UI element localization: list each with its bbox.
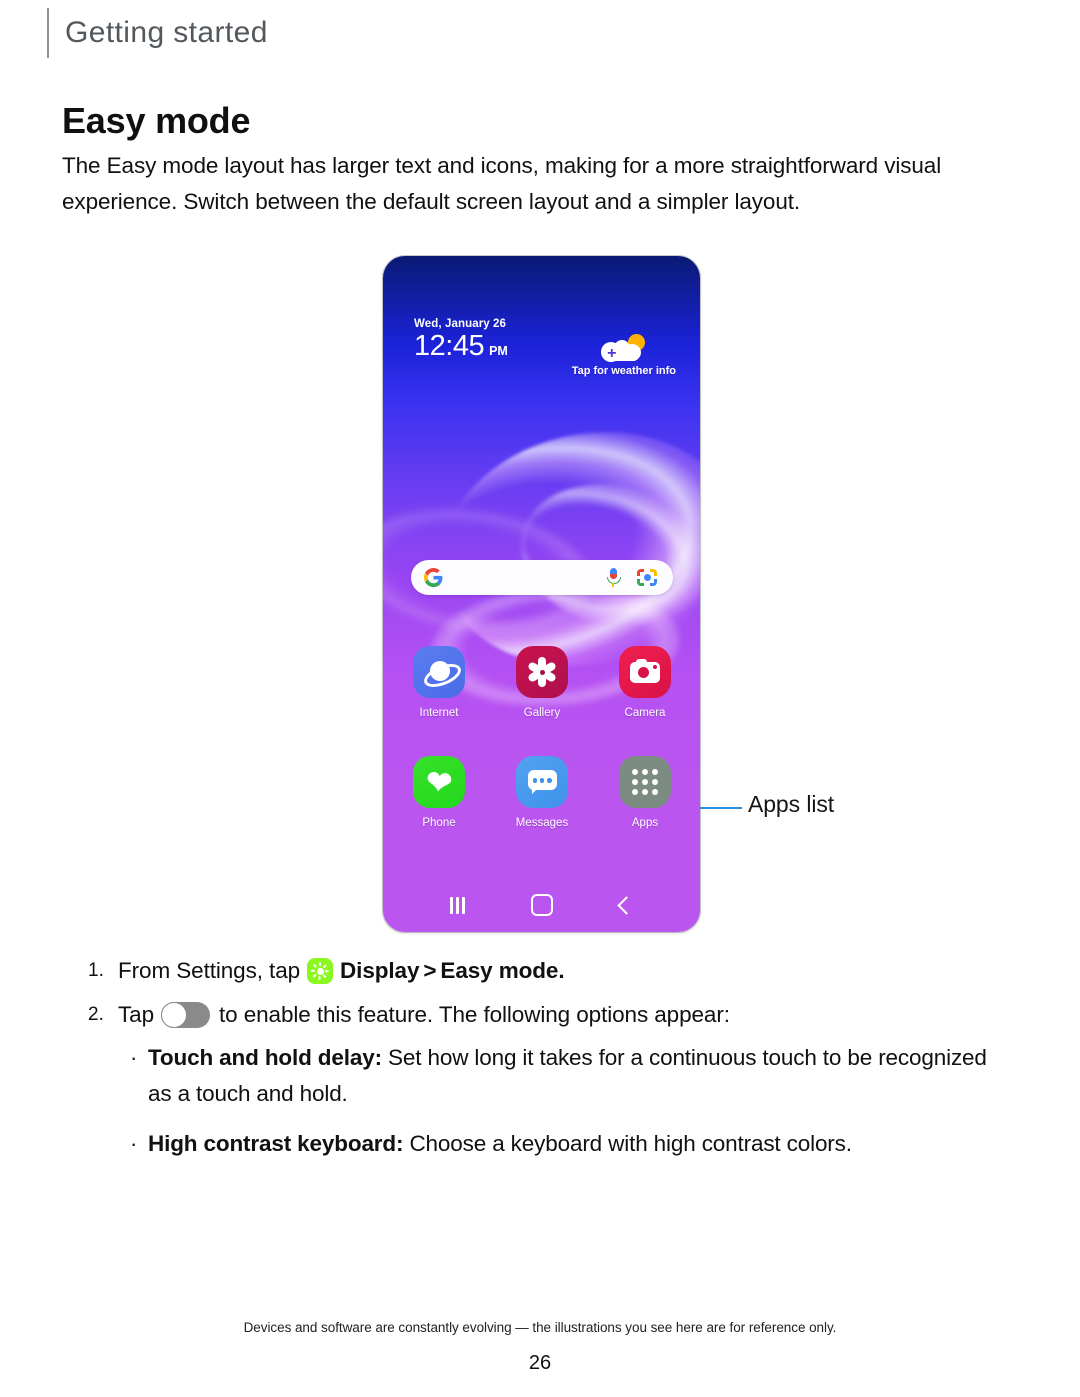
home-app-row-2: ❤ Phone Messages Apps <box>411 756 673 829</box>
bullet-item-high-contrast-keyboard: · High contrast keyboard: Choose a keybo… <box>130 1126 990 1162</box>
clock-time: 12:45 <box>414 330 485 362</box>
step-target-display: Display <box>340 958 420 983</box>
bullet-term: High contrast keyboard <box>148 1131 397 1156</box>
app-label: Apps <box>631 817 659 829</box>
app-label: Camera <box>624 707 666 719</box>
phone-handset-icon: ❤ <box>413 756 465 808</box>
running-header: Getting started <box>47 8 268 58</box>
weather-widget[interactable]: + Tap for weather info <box>572 334 676 377</box>
numbered-step-list: 1. From Settings, tap Display > Easy mod… <box>88 952 988 1040</box>
step-lead-text: From Settings, tap <box>118 958 301 983</box>
step-item-2: 2. Tap to enable this feature. The follo… <box>88 996 988 1034</box>
messages-bubble-icon <box>516 756 568 808</box>
weather-caption: Tap for weather info <box>571 365 676 377</box>
google-lens-icon[interactable] <box>637 569 657 586</box>
app-shortcut-camera[interactable]: Camera <box>617 646 673 719</box>
app-shortcut-apps[interactable]: Apps <box>617 756 673 829</box>
apps-grid-icon <box>619 756 671 808</box>
intro-paragraph: The Easy mode layout has larger text and… <box>62 153 942 214</box>
page-title: Easy mode <box>62 100 251 141</box>
internet-icon <box>413 646 465 698</box>
recents-icon[interactable] <box>450 896 465 914</box>
callout-label-apps-list: Apps list <box>748 791 835 817</box>
bullet-marker: · <box>130 1045 138 1070</box>
bullet-marker: · <box>130 1131 138 1156</box>
bullet-colon: : <box>374 1045 383 1070</box>
step-item-1: 1. From Settings, tap Display > Easy mod… <box>88 952 988 990</box>
camera-icon <box>619 646 671 698</box>
clock-meridiem: PM <box>489 344 508 358</box>
gallery-icon <box>516 646 568 698</box>
back-icon[interactable] <box>617 895 636 915</box>
bullet-term: Touch and hold delay <box>148 1045 375 1070</box>
google-search-bar[interactable] <box>411 560 673 595</box>
app-label: Phone <box>422 817 456 829</box>
home-icon[interactable] <box>531 894 554 916</box>
lockscreen-clock-widget: Wed, January 26 12:45 PM <box>414 318 508 361</box>
app-shortcut-phone[interactable]: ❤ Phone <box>411 756 467 829</box>
easy-mode-toggle[interactable] <box>160 1002 210 1028</box>
step-number: 2. <box>88 1004 104 1025</box>
app-shortcut-internet[interactable]: Internet <box>411 646 467 719</box>
app-shortcut-gallery[interactable]: Gallery <box>514 646 570 719</box>
step-text: Tap to enable this feature. The followin… <box>118 996 730 1034</box>
clock-date: Wed, January 26 <box>414 318 507 330</box>
header-divider-rule <box>47 8 49 58</box>
phone-screenshot: Wed, January 26 12:45 PM + Tap for weath… <box>383 256 700 932</box>
weather-cloud-sun-icon: + <box>600 334 647 362</box>
step-period: . <box>558 958 565 983</box>
bullet-item-touch-and-hold-delay: · Touch and hold delay: Set how long it … <box>130 1040 990 1112</box>
section-title: Getting started <box>65 16 268 49</box>
options-bullet-list: · Touch and hold delay: Set how long it … <box>130 1040 990 1176</box>
brightness-sun-icon <box>307 958 334 984</box>
step-text: From Settings, tap Display > Easy mode . <box>118 952 565 990</box>
bullet-description: Choose a keyboard with high contrast col… <box>403 1131 852 1156</box>
home-app-row-1: Internet Gallery Camera <box>411 646 673 719</box>
step-number: 1. <box>88 960 104 981</box>
app-label: Internet <box>419 707 459 719</box>
footer-disclaimer: Devices and software are constantly evol… <box>243 1320 837 1335</box>
app-label: Gallery <box>523 707 561 719</box>
step-separator: > <box>423 958 437 983</box>
page-number: 26 <box>528 1352 552 1374</box>
google-logo-icon <box>424 568 443 587</box>
step-lead-text: Tap <box>118 1002 154 1027</box>
app-label: Messages <box>515 817 569 829</box>
callout-leader-line <box>700 807 742 809</box>
voice-search-icon[interactable] <box>607 568 621 587</box>
step-tail-text: to enable this feature. The following op… <box>218 1002 730 1027</box>
app-shortcut-messages[interactable]: Messages <box>514 756 570 829</box>
step-destination-easy-mode: Easy mode <box>440 958 559 983</box>
android-navigation-bar <box>383 894 700 916</box>
